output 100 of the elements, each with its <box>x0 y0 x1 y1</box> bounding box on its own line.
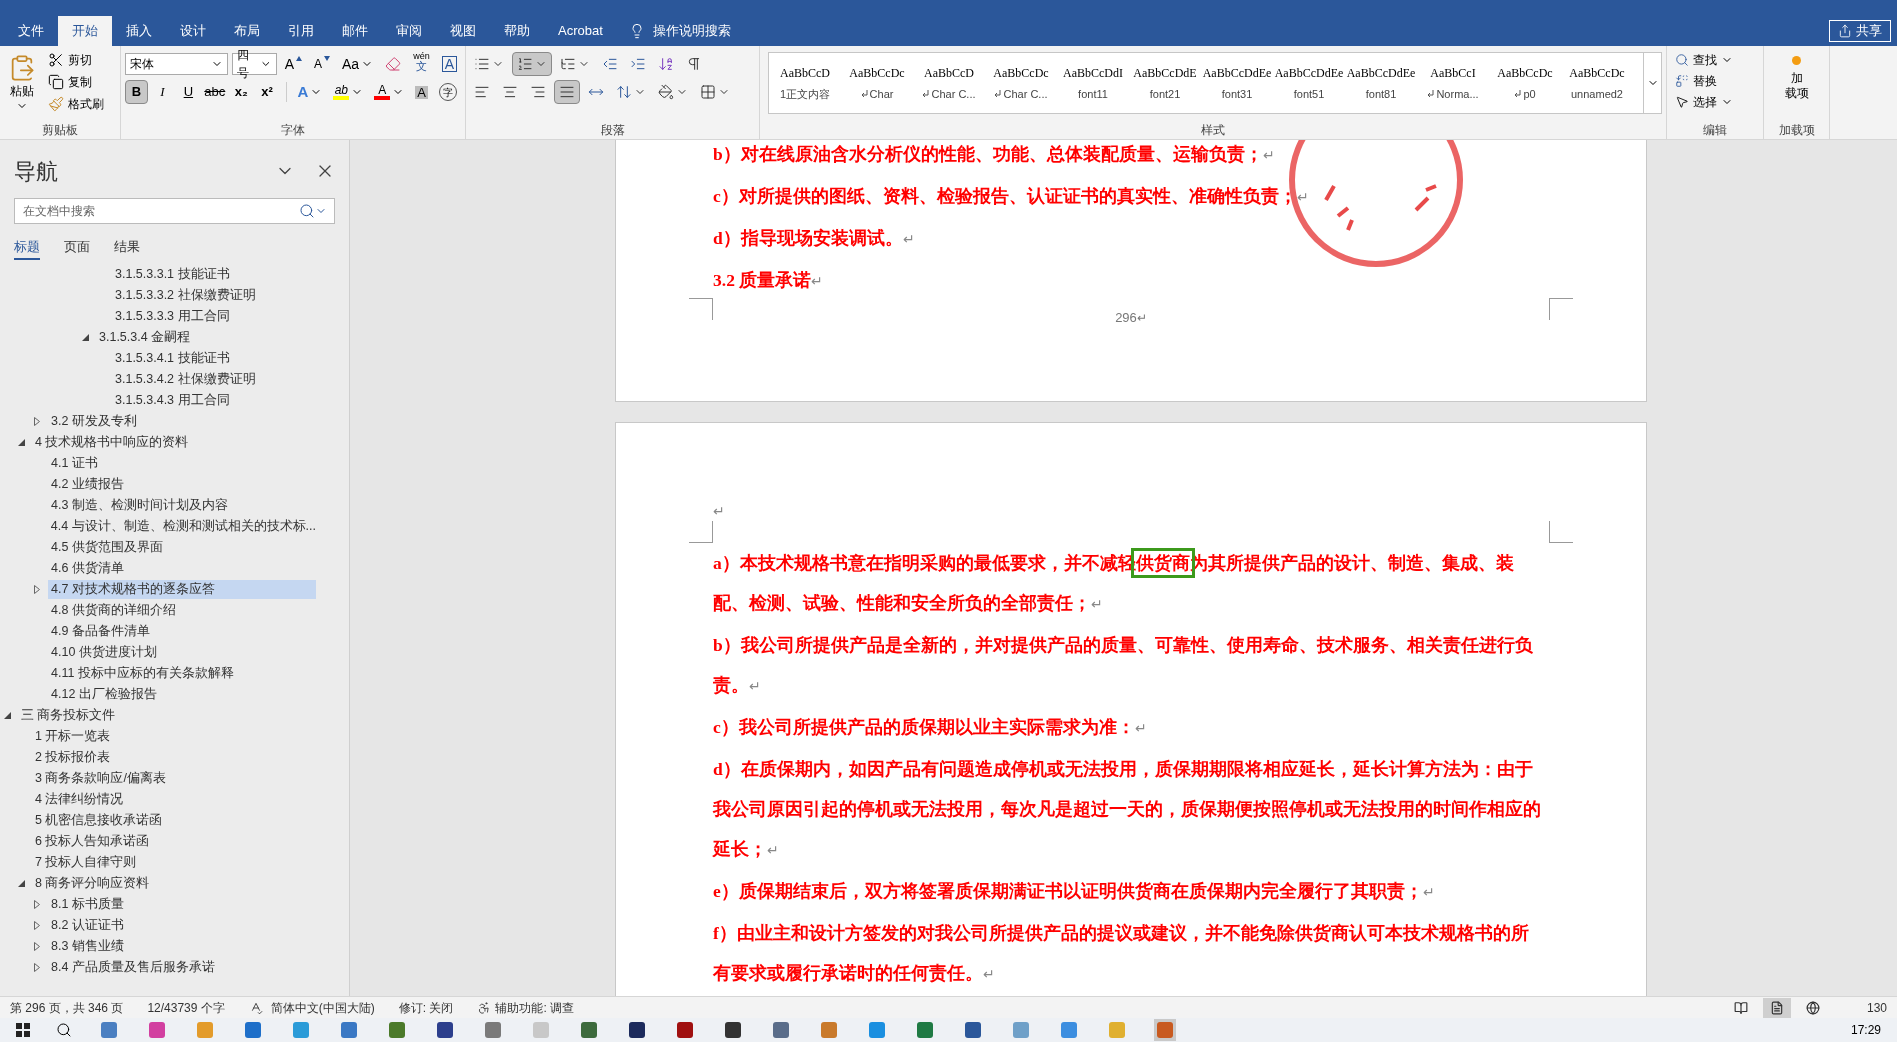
expanded-triangle-icon[interactable] <box>81 334 89 341</box>
nav-heading-item[interactable]: 3.1.5.3.3.2 社保缴费证明 <box>112 286 316 305</box>
taskbar-app[interactable] <box>626 1019 648 1041</box>
nav-heading-item[interactable]: 8.1 标书质量 <box>48 895 316 914</box>
nav-heading-item[interactable]: 3.1.5.3.4.2 社保缴费证明 <box>112 370 316 389</box>
ribbon-tab[interactable]: 设计 <box>166 16 220 46</box>
nav-heading-item[interactable]: 4.6 供货清单 <box>48 559 316 578</box>
ribbon-tab[interactable]: 插入 <box>112 16 166 46</box>
style-item[interactable]: AaBbCcDc Char C... <box>985 53 1057 113</box>
nav-heading-item[interactable]: 2 投标报价表 <box>32 748 316 767</box>
pane-tab[interactable]: 结果 <box>114 236 140 260</box>
copy-button[interactable]: 复制 <box>48 72 104 92</box>
tell-me-search[interactable]: 操作说明搜索 <box>628 16 731 46</box>
nav-heading-item[interactable]: 6 投标人告知承诺函 <box>32 832 316 851</box>
style-item[interactable]: AaBbCcDdEe font51 <box>1273 53 1345 113</box>
sup-button[interactable]: x² <box>255 80 279 104</box>
style-item[interactable]: AaBbCcD 1正文内容 <box>769 53 841 113</box>
taskbar-app[interactable] <box>434 1019 456 1041</box>
taskbar-app[interactable] <box>674 1019 696 1041</box>
taskbar-app[interactable] <box>722 1019 744 1041</box>
ribbon-tab[interactable]: 引用 <box>274 16 328 46</box>
nav-heading-item[interactable]: 8 商务评分响应资料 <box>32 874 316 893</box>
style-item[interactable]: AaBbCcDc unnamed2 <box>1561 53 1633 113</box>
italic-button[interactable]: I <box>151 80 174 104</box>
zoom-level[interactable]: 130 <box>1866 998 1887 1017</box>
page-count[interactable]: 第 296 页，共 346 页 <box>10 998 124 1017</box>
nav-heading-item[interactable]: 8.2 认证证书 <box>48 916 316 935</box>
collapsed-triangle-icon[interactable] <box>34 900 40 909</box>
highlight-button[interactable]: ab <box>329 80 368 104</box>
nav-heading-item[interactable]: 5 机密信息接收承诺函 <box>32 811 316 830</box>
taskbar-app[interactable] <box>962 1019 984 1041</box>
style-item[interactable]: AaBbCcDdI font11 <box>1057 53 1129 113</box>
nav-heading-item[interactable]: 3.1.5.3.4.1 技能证书 <box>112 349 316 368</box>
cut-button[interactable]: 剪切 <box>48 50 104 70</box>
nav-heading-item[interactable]: 4.12 出厂检验报告 <box>48 685 316 704</box>
character-shading-button[interactable]: A <box>411 80 433 104</box>
nav-heading-item[interactable]: 4.1 证书 <box>48 454 316 473</box>
replace-button[interactable]: 替换 <box>1675 71 1759 90</box>
expanded-triangle-icon[interactable] <box>17 439 25 446</box>
nav-heading-item[interactable]: 8.4 产品质量及售后服务承诺 <box>48 958 316 977</box>
font-name-select[interactable]: 宋体 <box>125 53 228 75</box>
nav-heading-item[interactable]: 3.1.5.3.4 金嗣程 <box>96 328 316 347</box>
nav-heading-item[interactable]: 3.2 研发及专利 <box>48 412 316 431</box>
collapsed-triangle-icon[interactable] <box>34 417 40 426</box>
view-button[interactable] <box>1762 997 1791 1018</box>
style-item[interactable]: AaBbCcI Norma... <box>1417 53 1489 113</box>
nav-heading-item[interactable]: 4.2 业绩报告 <box>48 475 316 494</box>
language-status[interactable]: 简体中文(中国大陆) <box>270 998 375 1017</box>
nav-heading-item[interactable]: 4.4 与设计、制造、检测和测试相关的技术标... <box>47 517 316 536</box>
nav-heading-item[interactable]: 4 法律纠纷情况 <box>32 790 316 809</box>
ribbon-tab[interactable]: Acrobat <box>544 16 617 46</box>
text-effects-button[interactable]: A <box>293 80 327 104</box>
nav-heading-item[interactable]: 7 投标人自律守则 <box>32 853 316 872</box>
accessibility-status[interactable]: 辅助功能: 调查 <box>477 998 575 1017</box>
collapsed-triangle-icon[interactable] <box>34 963 40 972</box>
ribbon-tab[interactable]: 视图 <box>436 16 490 46</box>
format-painter-button[interactable]: 格式刷 <box>48 94 104 114</box>
pane-tab[interactable]: 标题 <box>14 236 40 260</box>
sub-button[interactable]: x₂ <box>229 80 253 104</box>
nav-heading-item[interactable]: 4.10 供货进度计划 <box>48 643 316 662</box>
shrink-font-button[interactable]: A <box>310 52 334 76</box>
style-item[interactable]: AaBbCcDc p0 <box>1489 53 1561 113</box>
find-button[interactable]: 查找 <box>1675 50 1759 69</box>
select-button[interactable]: 选择 <box>1675 92 1759 111</box>
collapsed-triangle-icon[interactable] <box>34 942 40 951</box>
expanded-triangle-icon[interactable] <box>17 880 25 887</box>
style-item[interactable]: AaBbCcDdE font21 <box>1129 53 1201 113</box>
pane-tab[interactable]: 页面 <box>64 236 90 260</box>
taskbar-app[interactable] <box>578 1019 600 1041</box>
addins-button[interactable]: 加 载项 <box>1768 50 1825 101</box>
nav-heading-item[interactable]: 4.8 供货商的详细介绍 <box>48 601 316 620</box>
nav-heading-item[interactable]: 4.7 对技术规格书的逐条应答 <box>48 580 316 599</box>
collapsed-triangle-icon[interactable] <box>34 921 40 930</box>
strike-button[interactable]: abc <box>202 80 227 104</box>
nav-heading-item[interactable]: 4.3 制造、检测时间计划及内容 <box>48 496 316 515</box>
ribbon-tab[interactable]: 邮件 <box>328 16 382 46</box>
nav-heading-item[interactable]: 4.11 投标中应标的有关条款解释 <box>48 664 316 683</box>
track-changes-status[interactable]: 修订: 关闭 <box>398 998 454 1017</box>
ribbon-tab[interactable]: 文件 <box>4 16 58 46</box>
nav-heading-item[interactable]: 三 商务投标文件 <box>18 706 316 725</box>
ribbon-tab[interactable]: 布局 <box>220 16 274 46</box>
nav-heading-item[interactable]: 4.9 备品备件清单 <box>48 622 316 641</box>
character-border-button[interactable]: A <box>437 52 461 76</box>
style-item[interactable]: AaBbCcDdEe font81 <box>1345 53 1417 113</box>
ribbon-tab[interactable]: 开始 <box>58 16 112 46</box>
word-count[interactable]: 12/43739 个字 <box>147 998 225 1017</box>
grow-font-button[interactable]: A <box>280 52 306 76</box>
ribbon-tab[interactable]: 帮助 <box>490 16 544 46</box>
expanded-triangle-icon[interactable] <box>3 712 11 719</box>
style-item[interactable]: AaBbCcDdEe font31 <box>1201 53 1273 113</box>
underline-button[interactable]: U <box>176 80 200 104</box>
style-item[interactable]: AaBbCcD Char C... <box>913 53 985 113</box>
paste-button[interactable]: 粘贴 <box>4 50 40 114</box>
nav-heading-item[interactable]: 3.1.5.3.4.3 用工合同 <box>112 391 316 410</box>
share-button[interactable]: 共享 <box>1829 20 1891 42</box>
collapsed-triangle-icon[interactable] <box>34 585 40 594</box>
ribbon-tab[interactable]: 审阅 <box>382 16 436 46</box>
nav-heading-item[interactable]: 3.1.5.3.3.3 用工合同 <box>112 307 316 326</box>
phonetic-guide-button[interactable]: wén 文 <box>409 52 434 76</box>
numbering-button[interactable] <box>512 52 552 76</box>
